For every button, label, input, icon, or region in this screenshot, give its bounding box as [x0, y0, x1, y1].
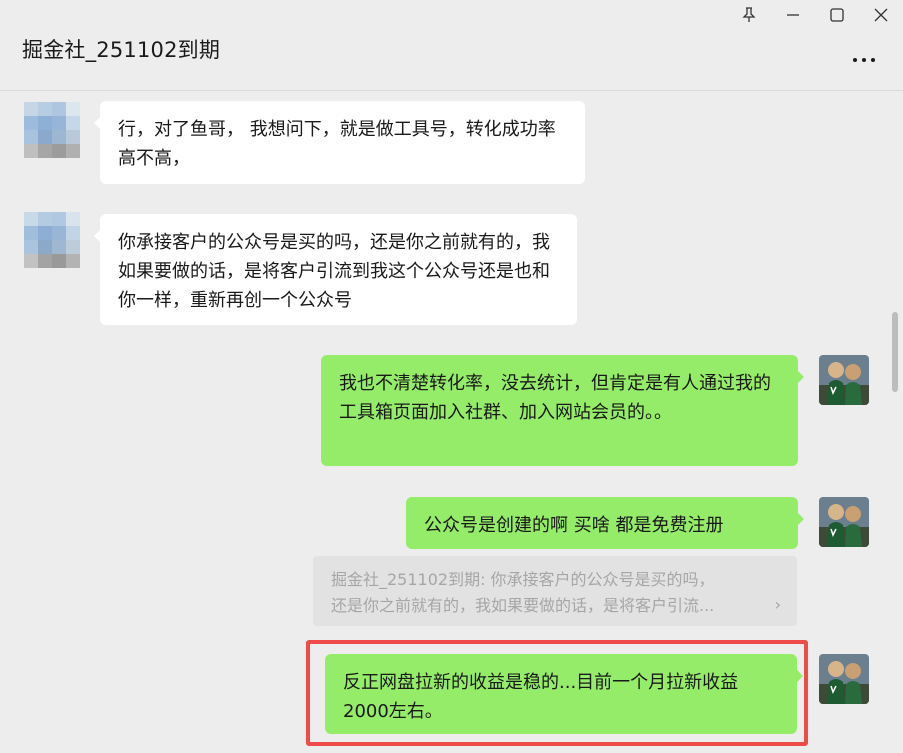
- message-bubble-outgoing-highlighted[interactable]: 反正网盘拉新的收益是稳的...目前一个月拉新收益2000左右。: [325, 654, 803, 734]
- window-controls: [727, 0, 903, 30]
- message-bubble-outgoing[interactable]: 我也不清楚转化率，没去统计，但肯定是有人通过我的工具箱页面加入社群、加入网站会员…: [321, 355, 804, 466]
- avatar-photo-icon: [819, 497, 869, 547]
- close-icon: [874, 8, 888, 22]
- quoted-message-line-1: 掘金社_251102到期: 你承接客户的公众号是买的吗，: [331, 570, 715, 589]
- maximize-button[interactable]: [815, 0, 859, 30]
- avatar-photo-icon: [819, 355, 869, 405]
- quoted-message-line-2: 还是你之前就有的，我如果要做的话，是将客户引流...: [331, 596, 715, 615]
- minimize-button[interactable]: [771, 0, 815, 30]
- more-options-button[interactable]: [853, 58, 875, 62]
- chat-scrollbar[interactable]: [892, 312, 898, 392]
- header-divider: [0, 90, 903, 91]
- close-button[interactable]: [859, 0, 903, 30]
- contact-avatar[interactable]: [24, 212, 80, 268]
- chevron-right-icon: ›: [774, 595, 781, 614]
- pin-icon: [742, 7, 756, 22]
- message-bubble-incoming[interactable]: 行，对了鱼哥， 我想问下，就是做工具号，转化成功率高不高，: [94, 101, 585, 184]
- more-dots-icon: [853, 58, 857, 62]
- message-bubble-outgoing[interactable]: 公众号是创建的啊 买啥 都是免费注册: [406, 497, 804, 549]
- message-bubble-incoming[interactable]: 你承接客户的公众号是买的吗，还是你之前就有的，我如果要做的话，是将客户引流到我这…: [94, 214, 577, 325]
- maximize-icon: [830, 8, 844, 22]
- avatar-photo-icon: [819, 654, 869, 704]
- self-avatar[interactable]: [819, 355, 869, 405]
- self-avatar[interactable]: [819, 497, 869, 547]
- self-avatar[interactable]: [819, 654, 869, 704]
- pin-button[interactable]: [727, 0, 771, 30]
- minimize-icon: [787, 14, 799, 16]
- contact-avatar[interactable]: [24, 102, 80, 158]
- chat-title: 掘金社_251102到期: [22, 38, 221, 62]
- quoted-message[interactable]: 掘金社_251102到期: 你承接客户的公众号是买的吗， 还是你之前就有的，我如…: [313, 556, 797, 626]
